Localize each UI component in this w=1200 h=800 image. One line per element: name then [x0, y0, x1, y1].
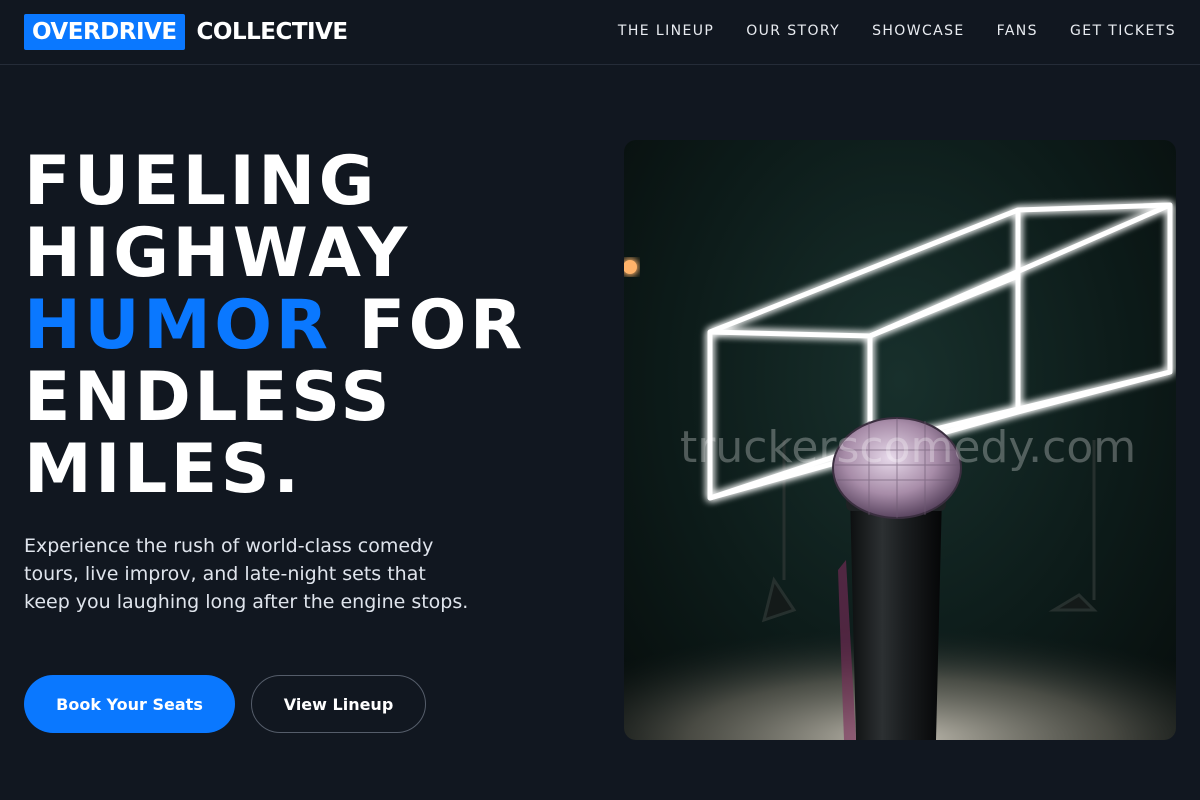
- hero-title-line-4: ENDLESS: [24, 358, 393, 437]
- book-seats-button[interactable]: Book Your Seats: [24, 675, 235, 733]
- hero-title-line-2: HIGHWAY: [24, 214, 411, 293]
- hero-title-line-1: FUELING: [24, 142, 378, 221]
- image-watermark: truckerscomedy.com: [680, 422, 1137, 473]
- brand-logo[interactable]: OVERDRIVE COLLECTIVE: [24, 14, 348, 50]
- main-nav: THE LINEUP OUR STORY SHOWCASE FANS GET T…: [586, 0, 1176, 62]
- nav-item-lineup[interactable]: THE LINEUP: [618, 23, 714, 39]
- hero-subtitle: Experience the rush of world-class comed…: [24, 535, 469, 613]
- hero-title-line-3: HUMOR FOR: [24, 290, 584, 362]
- view-lineup-button[interactable]: View Lineup: [251, 675, 426, 733]
- hero-title-line-5: MILES.: [24, 430, 303, 509]
- hero-title: FUELING HIGHWAY HUMOR FOR ENDLESS MILES.: [24, 146, 584, 506]
- stage-light: [624, 260, 637, 274]
- brand-logo-mark: OVERDRIVE: [24, 14, 185, 50]
- site-header: OVERDRIVE COLLECTIVE THE LINEUP OUR STOR…: [0, 0, 1200, 65]
- nav-item-showcase[interactable]: SHOWCASE: [872, 23, 965, 39]
- nav-item-our-story[interactable]: OUR STORY: [746, 23, 840, 39]
- hero-title-line-3-rest: FOR: [331, 286, 526, 365]
- nav-item-get-tickets[interactable]: GET TICKETS: [1070, 23, 1176, 39]
- nav-item-fans[interactable]: FANS: [997, 23, 1038, 39]
- hero-title-accent: HUMOR: [24, 286, 332, 365]
- hero-image-microphone-stage: truckerscomedy.com: [624, 140, 1176, 740]
- brand-logo-name: COLLECTIVE: [196, 19, 349, 45]
